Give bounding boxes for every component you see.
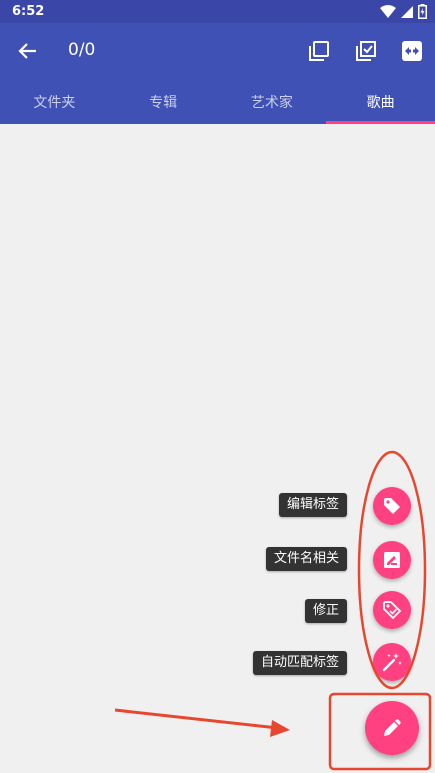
fab-label-auto-match[interactable]: 自动匹配标签 xyxy=(252,651,347,675)
select-all-icon xyxy=(309,41,329,61)
select-all-button[interactable] xyxy=(305,37,333,65)
pencil-icon xyxy=(384,719,401,736)
tab-artist[interactable]: 艺术家 xyxy=(218,79,327,124)
arrow-back-icon xyxy=(18,43,36,59)
status-time: 6:52 xyxy=(12,4,45,19)
battery-icon xyxy=(418,4,427,19)
fab-label-edit-tags[interactable]: 编辑标签 xyxy=(278,493,347,517)
back-button[interactable] xyxy=(12,35,44,67)
tab-album[interactable]: 专辑 xyxy=(109,79,218,124)
main-edit-fab[interactable] xyxy=(365,701,419,755)
tab-songs[interactable]: 歌曲 xyxy=(326,79,435,124)
tag-fix-icon xyxy=(383,601,402,620)
status-icons xyxy=(380,4,427,19)
fab-label-fix[interactable]: 修正 xyxy=(304,599,347,623)
wifi-icon xyxy=(380,4,396,18)
image-edit-icon xyxy=(384,552,400,568)
selection-counter: 0/0 xyxy=(68,40,96,60)
fab-label-filename[interactable]: 文件名相关 xyxy=(265,547,347,571)
magic-wand-icon xyxy=(382,653,402,672)
fix-fab[interactable] xyxy=(373,591,411,629)
tab-folder[interactable]: 文件夹 xyxy=(0,79,109,124)
swap-button[interactable] xyxy=(398,37,426,65)
tab-bar: 文件夹 专辑 艺术家 歌曲 xyxy=(0,79,435,124)
app-bar: 0/0 xyxy=(0,23,435,79)
song-list-area xyxy=(0,124,435,773)
edit-tags-fab[interactable] xyxy=(373,487,411,525)
signal-icon xyxy=(401,5,413,18)
status-bar: 6:52 xyxy=(0,0,435,23)
check-all-icon xyxy=(356,41,376,61)
filename-fab[interactable] xyxy=(373,541,411,579)
swap-icon xyxy=(402,41,422,61)
tag-icon xyxy=(384,498,400,514)
check-all-button[interactable] xyxy=(352,37,380,65)
auto-match-fab[interactable] xyxy=(373,643,411,681)
